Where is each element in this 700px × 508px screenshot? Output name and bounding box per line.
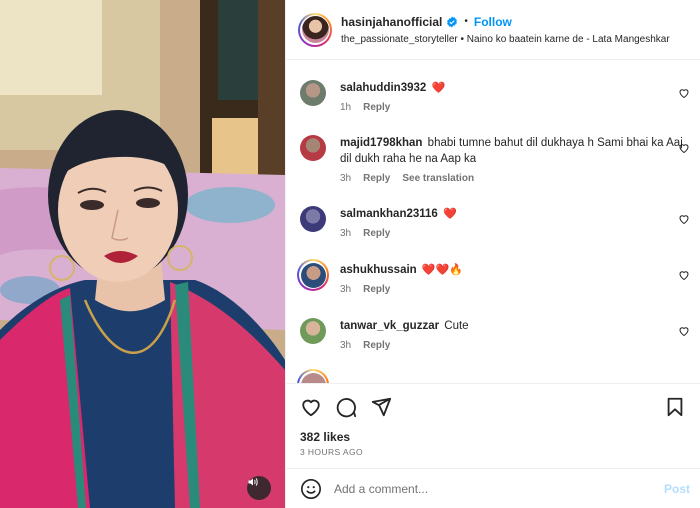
sound-icon [248, 478, 258, 486]
comment-avatar[interactable] [300, 135, 326, 161]
follow-button[interactable]: Follow [474, 15, 512, 29]
comment-text: ❤️ [443, 208, 457, 220]
comment-avatar[interactable] [297, 259, 329, 291]
reply-button[interactable]: Reply [363, 228, 390, 239]
comment-username[interactable]: ashukhussain [340, 264, 417, 276]
comment-avatar[interactable] [300, 80, 326, 106]
likes-count[interactable]: 382 likes [300, 430, 350, 444]
comment-avatar[interactable] [297, 369, 329, 383]
heart-icon[interactable] [300, 396, 322, 418]
comment-like-icon[interactable] [678, 269, 690, 281]
reply-button[interactable]: Reply [363, 284, 390, 295]
post-header: hasinjahanofficial • Follow the_passiona… [286, 0, 700, 60]
see-translation-link[interactable]: See translation [402, 173, 474, 184]
comment-like-icon[interactable] [678, 213, 690, 225]
comments-list[interactable]: salahuddin3932 ❤️ 1h Reply majid1798khan … [286, 60, 700, 383]
comment-like-icon[interactable] [678, 325, 690, 337]
comment-text: Cute [444, 320, 469, 332]
comment-item: ashukhussain ❤️❤️🔥 3h Reply [297, 259, 690, 295]
comment-time: 3h [340, 340, 352, 351]
comment-item: tanwar_vk_guzzar Cute 3h Reply [300, 318, 690, 351]
emoji-icon[interactable] [300, 478, 322, 500]
post-time: 3 HOURS AGO [300, 447, 363, 457]
verified-icon [447, 16, 458, 27]
reply-button[interactable]: Reply [363, 173, 390, 184]
bookmark-icon[interactable] [664, 396, 686, 418]
comment-item: salmankhan23116 ❤️ 3h Reply [300, 206, 690, 239]
author-avatar[interactable] [298, 12, 332, 47]
comment-username[interactable]: salmankhan23116 [340, 208, 438, 220]
author-username[interactable]: hasinjahanofficial [341, 15, 442, 29]
video-frame [0, 0, 285, 508]
reply-button[interactable]: Reply [363, 102, 390, 113]
comment-item: salahuddin3932 ❤️ 1h Reply [300, 80, 690, 113]
audio-line[interactable]: the_passionate_storyteller • Naino ko ba… [341, 34, 681, 45]
comment-username[interactable]: majid1798khan [340, 137, 422, 149]
comment-item: majid1798khan bhabi tumne bahut dil dukh… [300, 135, 690, 184]
comment-username[interactable]: tanwar_vk_guzzar [340, 320, 439, 332]
separator-dot: • [464, 16, 468, 27]
comment-like-icon[interactable] [678, 142, 690, 154]
reply-button[interactable]: Reply [363, 340, 390, 351]
post-sidebar: hasinjahanofficial • Follow the_passiona… [285, 0, 700, 508]
comment-input[interactable] [334, 481, 634, 496]
post-actions: 382 likes 3 HOURS AGO [286, 383, 700, 468]
comment-time: 3h [340, 228, 352, 239]
comment-time: 1h [340, 102, 352, 113]
comment-avatar[interactable] [300, 206, 326, 232]
comment-text: ❤️ [431, 82, 446, 94]
comment-time: 3h [340, 173, 352, 184]
add-comment-bar: Post [286, 468, 700, 508]
comment-text: ❤️❤️🔥 [421, 264, 463, 276]
comment-item-partial [297, 369, 690, 383]
comment-time: 3h [340, 284, 352, 295]
comment-icon[interactable] [335, 396, 357, 418]
comment-username[interactable]: salahuddin3932 [340, 82, 426, 94]
post-media[interactable] [0, 0, 285, 508]
comment-avatar[interactable] [300, 318, 326, 344]
comment-like-icon[interactable] [678, 87, 690, 99]
post-comment-button[interactable]: Post [664, 482, 690, 496]
share-icon[interactable] [370, 396, 392, 418]
sound-button[interactable] [247, 476, 271, 500]
